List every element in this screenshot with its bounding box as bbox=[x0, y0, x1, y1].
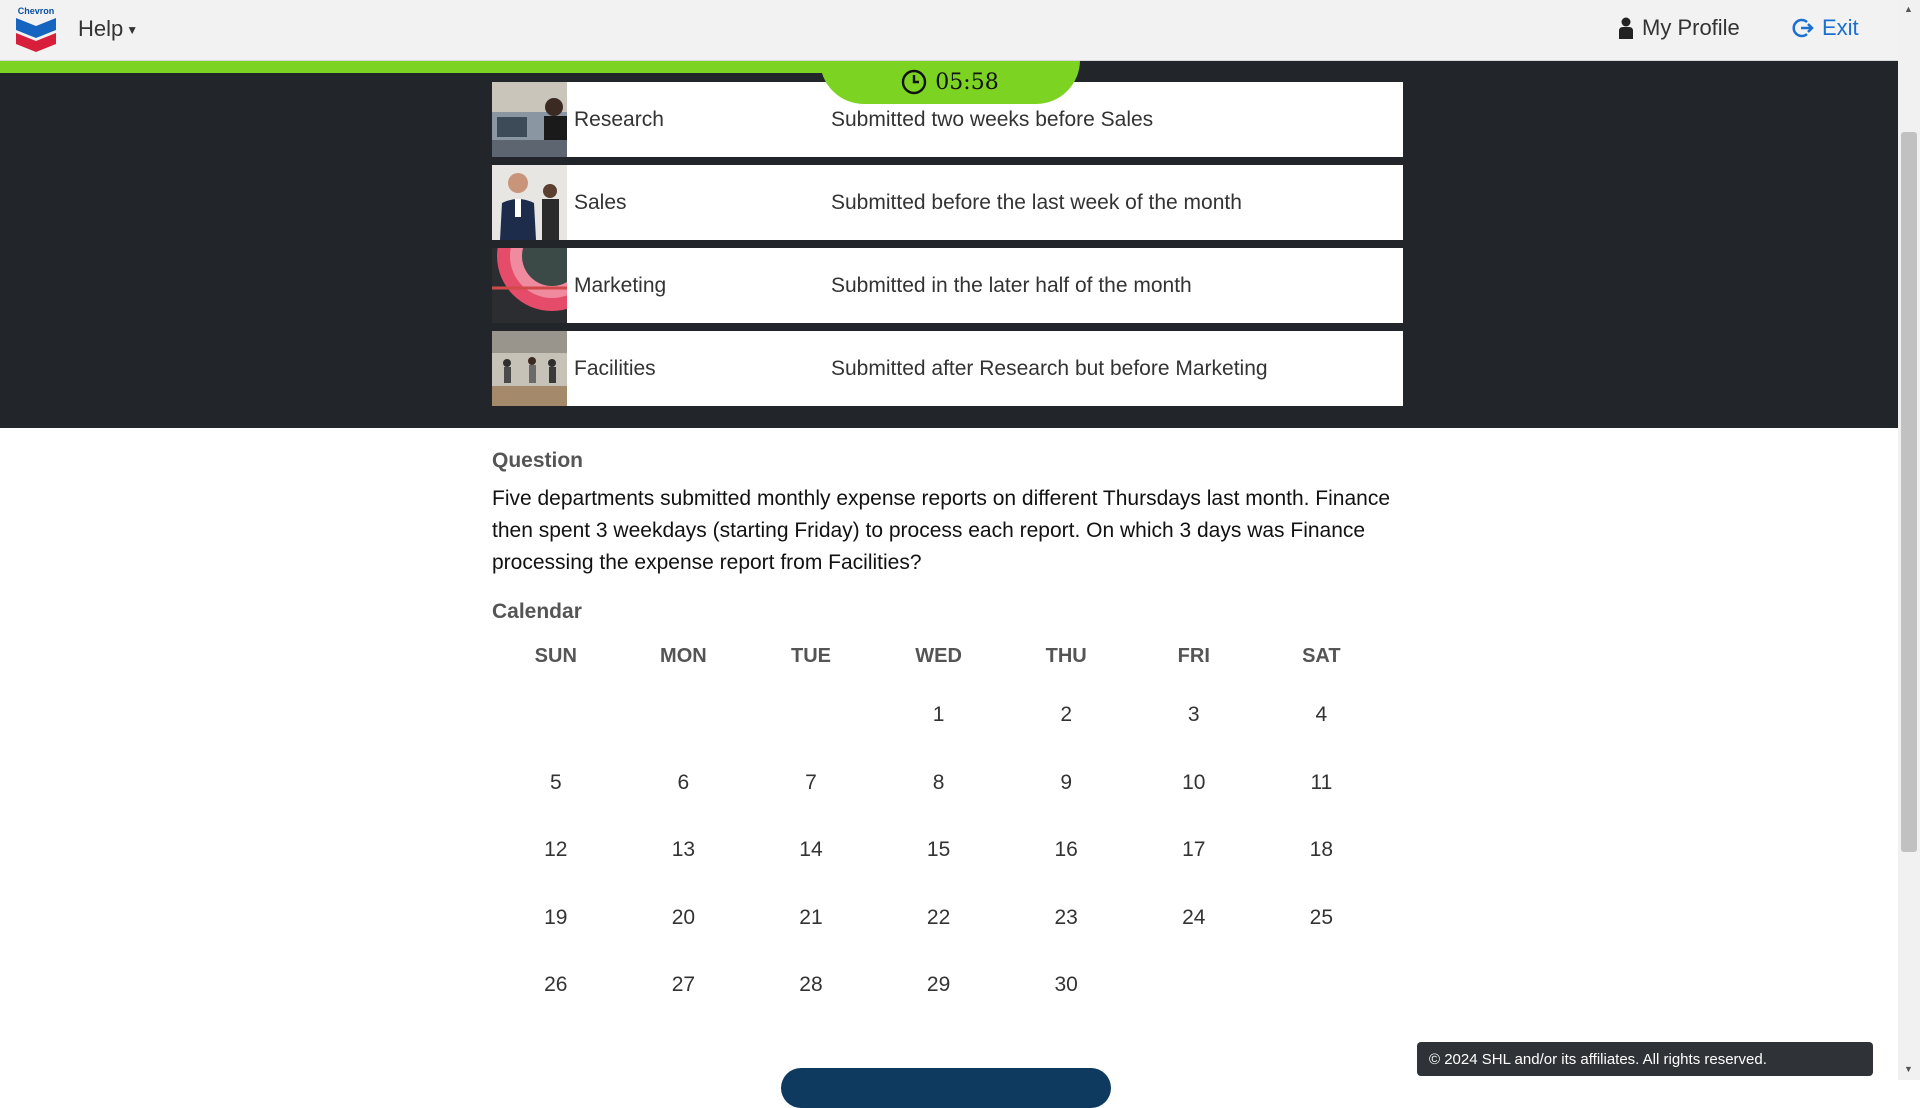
calendar-day-cell: 25 bbox=[1309, 905, 1334, 929]
calendar-label: Calendar bbox=[492, 600, 582, 623]
calendar-day-cell: 9 bbox=[1060, 770, 1073, 794]
calendar-day-cell: 3 bbox=[1187, 703, 1200, 726]
weekday-label: THU bbox=[1045, 645, 1087, 667]
help-menu-button[interactable]: Help ▼ bbox=[78, 16, 138, 42]
calendar-day-cell: 8 bbox=[932, 770, 945, 794]
calendar-day-cell bbox=[1258, 965, 1386, 1033]
calendar-day-cell: 22 bbox=[926, 905, 951, 929]
weekday-label: SAT bbox=[1302, 645, 1341, 667]
department-row: Marketing Submitted in the later half of… bbox=[492, 248, 1403, 323]
calendar-grid: 1 2 3 4 5 6 7 8 9 10 11 12 13 14 15 16 17 18 19 20 21 22 23 24 2… bbox=[492, 695, 1385, 1033]
question-label: Question bbox=[492, 449, 584, 472]
department-name: Marketing bbox=[574, 273, 667, 297]
timer-tab: 05:58 bbox=[820, 60, 1080, 104]
calendar-day-cell: 20 bbox=[671, 905, 696, 929]
calendar-day-cell: 26 bbox=[544, 973, 568, 996]
calendar-day-cell: 28 bbox=[799, 973, 823, 996]
department-name: Facilities bbox=[574, 356, 656, 380]
question-text: Five departments submitted monthly expen… bbox=[492, 487, 1391, 574]
calendar-day-cell: 6 bbox=[677, 770, 690, 794]
calendar-day-cell: 21 bbox=[799, 905, 823, 929]
color-wheel-photo bbox=[492, 248, 567, 323]
calendar-day-cell bbox=[620, 695, 748, 763]
calendar-day-cell: 12 bbox=[544, 838, 568, 861]
calendar-day-cell: 7 bbox=[805, 770, 817, 794]
scroll-up-arrow-icon[interactable]: ▲ bbox=[1904, 4, 1913, 14]
calendar-day-cell: 5 bbox=[549, 770, 562, 794]
calendar-weekday-header: SUN MON TUE WED THU FRI SAT bbox=[492, 640, 1385, 680]
calendar-day-cell: 19 bbox=[544, 905, 568, 929]
department-condition: Submitted in the later half of the month bbox=[831, 273, 1192, 297]
department-name: Research bbox=[574, 107, 664, 131]
office-workers-photo bbox=[492, 82, 567, 157]
calendar-day-cell: 1 bbox=[932, 703, 945, 726]
chevron-logo: Chevron bbox=[14, 6, 58, 54]
caret-down-icon: ▼ bbox=[126, 23, 139, 38]
weekday-label: FRI bbox=[1177, 645, 1210, 667]
lobby-photo bbox=[492, 331, 567, 406]
calendar-day-cell bbox=[747, 695, 875, 763]
copyright-notice: © 2024 SHL and/or its affiliates. All ri… bbox=[1417, 1042, 1873, 1076]
clock-icon bbox=[902, 69, 927, 95]
calendar-day-cell: 11 bbox=[1310, 770, 1333, 794]
calendar-day-cell bbox=[492, 695, 620, 763]
timer-progress-remaining bbox=[941, 60, 1898, 73]
top-header: Chevron Help ▼ My Profile Exit bbox=[0, 0, 1898, 61]
calendar-day-cell: 14 bbox=[799, 838, 823, 861]
exit-label: Exit bbox=[1822, 15, 1859, 40]
department-condition: Submitted before the last week of the mo… bbox=[831, 190, 1242, 214]
calendar-day-cell: 29 bbox=[926, 973, 951, 996]
exit-link[interactable]: Exit bbox=[1792, 15, 1859, 41]
help-label: Help bbox=[78, 16, 124, 41]
department-list: Research Submitted two weeks before Sale… bbox=[492, 82, 1403, 414]
calendar-day-cell: 15 bbox=[926, 838, 951, 861]
weekday-label: TUE bbox=[790, 645, 831, 667]
my-profile-label: My Profile bbox=[1642, 15, 1740, 40]
calendar-day-cell: 2 bbox=[1060, 703, 1073, 726]
department-row: Facilities Submitted after Research but … bbox=[492, 331, 1403, 406]
calendar-day-cell: 10 bbox=[1182, 770, 1206, 794]
page-scrollbar[interactable]: ▲ ▼ bbox=[1898, 0, 1920, 1080]
weekday-label: WED bbox=[915, 645, 962, 667]
department-condition: Submitted after Research but before Mark… bbox=[831, 356, 1268, 380]
calendar-day-cell: 17 bbox=[1182, 838, 1206, 861]
department-condition: Submitted two weeks before Sales bbox=[831, 107, 1154, 131]
calendar-day-cell: 30 bbox=[1054, 973, 1078, 996]
businessman-photo bbox=[492, 165, 567, 240]
calendar-day-cell: 16 bbox=[1054, 838, 1078, 861]
my-profile-link[interactable]: My Profile bbox=[1618, 15, 1740, 41]
department-row: Sales Submitted before the last week of … bbox=[492, 165, 1403, 240]
calendar-day-cell: 27 bbox=[671, 973, 696, 996]
calendar-day-cell: 13 bbox=[671, 838, 696, 861]
calendar-day-cell: 18 bbox=[1309, 838, 1334, 861]
next-button[interactable] bbox=[781, 1068, 1111, 1108]
department-name: Sales bbox=[574, 190, 627, 214]
timer-value: 05:58 bbox=[935, 69, 999, 95]
calendar-day-cell: 4 bbox=[1315, 703, 1328, 726]
calendar: SUN MON TUE WED THU FRI SAT 1 2 3 4 5 6 7 8 9 10 1… bbox=[492, 640, 1385, 1033]
calendar-day-cell: 23 bbox=[1054, 905, 1078, 929]
logo-text: Chevron bbox=[17, 6, 55, 16]
weekday-label: MON bbox=[660, 645, 707, 667]
exit-icon bbox=[1792, 18, 1814, 38]
weekday-label: SUN bbox=[534, 645, 577, 667]
scrollbar-thumb[interactable] bbox=[1901, 132, 1917, 852]
user-icon bbox=[1619, 17, 1633, 39]
scroll-down-arrow-icon[interactable]: ▼ bbox=[1904, 1064, 1913, 1074]
calendar-day-cell bbox=[1130, 965, 1258, 1033]
calendar-day-cell: 24 bbox=[1182, 905, 1206, 929]
